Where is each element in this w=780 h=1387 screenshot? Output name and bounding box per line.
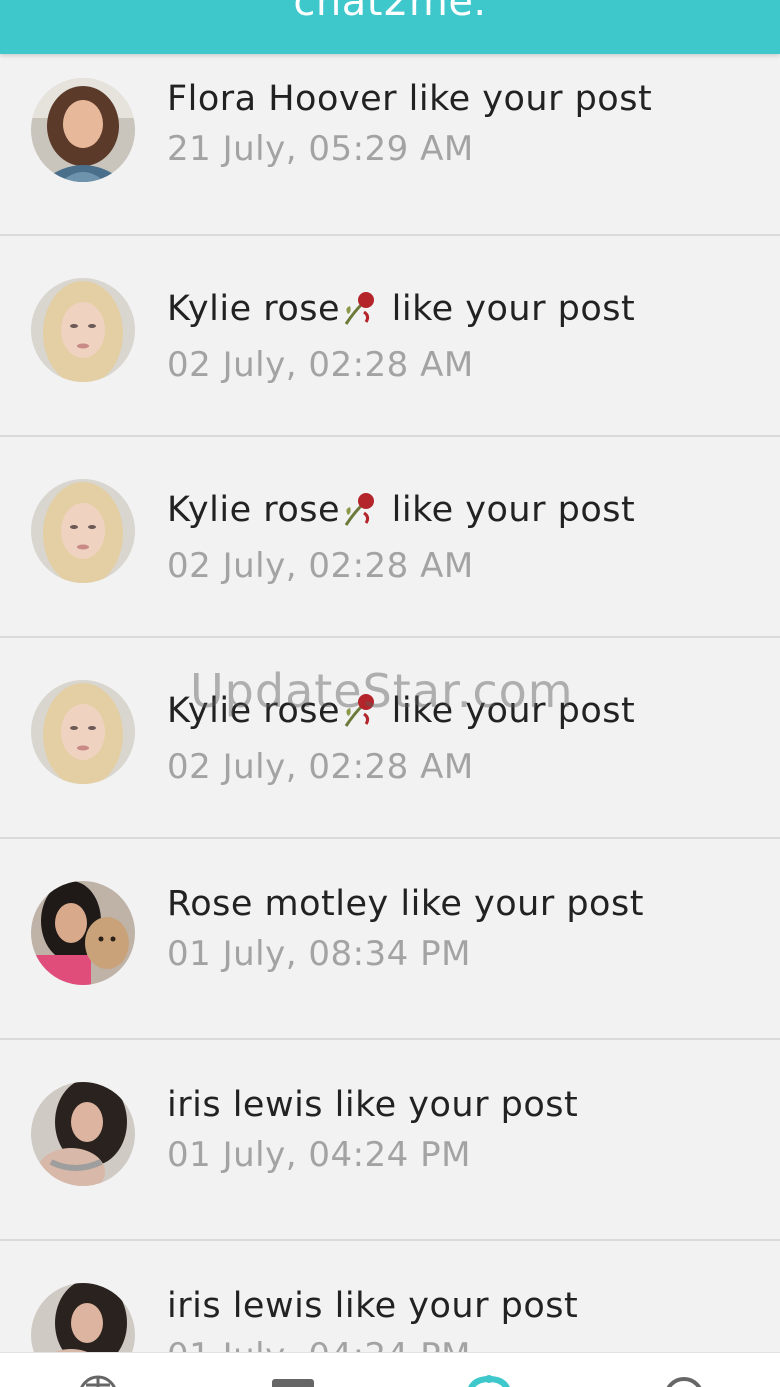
notification-text: iris lewis like your post	[167, 1286, 579, 1326]
notifications-list: Flora Hoover like your post 21 July, 05:…	[0, 54, 780, 1387]
profile-icon[interactable]	[662, 1375, 702, 1387]
notification-text: Rose motley like your post	[167, 884, 644, 924]
notification-item[interactable]: Flora Hoover like your post 21 July, 05:…	[0, 54, 780, 236]
filter-list-icon[interactable]	[708, 0, 752, 8]
notification-text: Flora Hoover like your post	[167, 79, 653, 119]
notification-item[interactable]: Kylie rose like your post 02 July, 02:28…	[0, 236, 780, 437]
chat-icon[interactable]	[272, 1375, 314, 1387]
notification-text: iris lewis like your post	[167, 1085, 579, 1125]
notification-item[interactable]: Kylie rose like your post 02 July, 02:28…	[0, 437, 780, 638]
avatar[interactable]	[31, 881, 135, 985]
app-title: chat2me.	[293, 0, 487, 25]
bell-icon[interactable]	[465, 1375, 510, 1387]
notification-time: 02 July, 02:28 AM	[167, 345, 474, 385]
notification-item[interactable]: Kylie rose like your post 02 July, 02:28…	[0, 638, 780, 839]
wilted-rose-icon	[340, 692, 380, 728]
avatar[interactable]	[31, 1082, 135, 1186]
notification-time: 02 July, 02:28 AM	[167, 747, 474, 787]
notification-time: 21 July, 05:29 AM	[167, 129, 474, 169]
notification-time: 01 July, 04:24 PM	[167, 1135, 471, 1175]
notification-text: Kylie rose like your post	[167, 490, 636, 530]
notification-text: Kylie rose like your post	[167, 289, 636, 329]
notification-time: 01 July, 08:34 PM	[167, 934, 471, 974]
globe-icon[interactable]	[78, 1375, 118, 1387]
notification-time: 02 July, 02:28 AM	[167, 546, 474, 586]
wilted-rose-icon	[340, 290, 380, 326]
notification-text: Kylie rose like your post	[167, 691, 636, 731]
bottom-tab-bar	[0, 1352, 780, 1387]
notification-item[interactable]: Rose motley like your post 01 July, 08:3…	[0, 839, 780, 1040]
avatar[interactable]	[31, 479, 135, 583]
top-app-bar: chat2me.	[0, 0, 780, 54]
avatar[interactable]	[31, 278, 135, 382]
avatar[interactable]	[31, 680, 135, 784]
app-screen: chat2me. Flora Hoover like your post 21 …	[0, 0, 780, 1387]
avatar[interactable]	[31, 78, 135, 182]
notification-item[interactable]: iris lewis like your post 01 July, 04:24…	[0, 1040, 780, 1241]
wilted-rose-icon	[340, 491, 380, 527]
